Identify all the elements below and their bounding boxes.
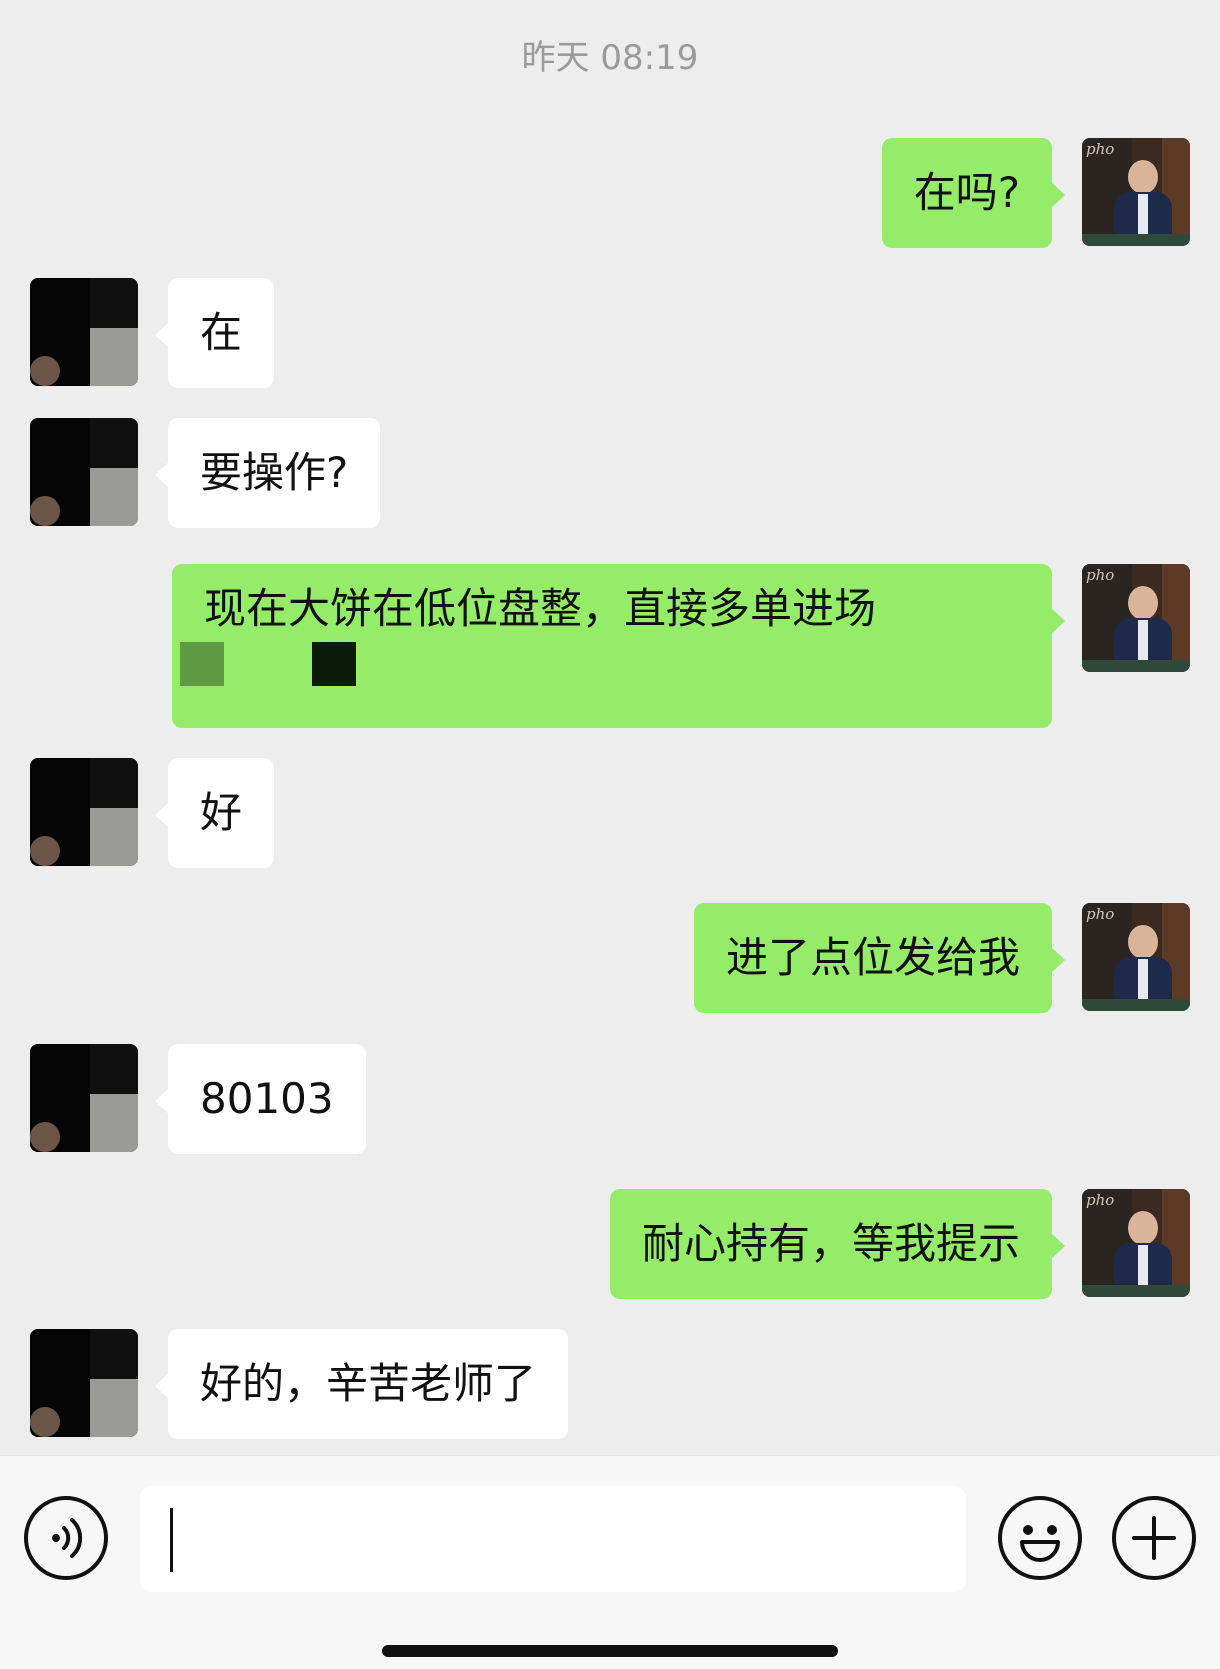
plus-icon [1132,1516,1176,1560]
emoji-button[interactable] [998,1496,1082,1580]
voice-icon [52,1518,83,1558]
chat-area[interactable]: 昨天 08:19 在吗? pho 在 要操作? 现在大饼在低位盘整，直接多单进场 [0,0,1220,1455]
incoming-message-bubble[interactable]: 要操作? [154,418,381,528]
incoming-message-bubble[interactable]: 好的，辛苦老师了 [154,1329,569,1439]
incoming-message-bubble[interactable]: 80103 [155,1044,366,1154]
message-input[interactable] [140,1486,966,1592]
avatar-watermark: pho [1086,140,1115,158]
more-button[interactable] [1112,1496,1196,1580]
outgoing-message-bubble[interactable]: 耐心持有，等我提示 [609,1189,1066,1299]
incoming-message-bubble[interactable]: 好 [154,758,275,868]
avatar-watermark: pho [1086,1191,1115,1209]
message-timestamp: 昨天 08:19 [521,38,699,78]
message-text: 要操作? [200,448,349,497]
self-avatar[interactable]: pho [1082,564,1190,672]
redaction-block [312,642,356,686]
text-cursor [170,1508,173,1572]
message-text: 现在大饼在低位盘整，直接多单进场 [204,584,877,633]
message-text: 在吗? [913,168,1020,217]
contact-avatar[interactable] [30,278,138,386]
message-text: 在 [200,308,243,357]
outgoing-message-bubble[interactable]: 现在大饼在低位盘整，直接多单进场 [172,564,1065,728]
contact-avatar[interactable] [30,418,138,526]
contact-avatar[interactable] [30,1329,138,1437]
voice-button[interactable] [24,1496,108,1580]
incoming-message-bubble[interactable]: 在 [154,278,275,388]
emoji-icon [1020,1525,1060,1562]
self-avatar[interactable]: pho [1082,1189,1190,1297]
redaction-block [180,642,224,686]
message-text: 耐心持有，等我提示 [641,1219,1020,1268]
contact-avatar[interactable] [30,758,138,866]
message-text: 80103 [200,1074,334,1123]
message-text: 进了点位发给我 [725,933,1020,982]
input-toolbar [0,1455,1220,1669]
avatar-watermark: pho [1086,566,1115,584]
outgoing-message-bubble[interactable]: 进了点位发给我 [693,903,1066,1013]
contact-avatar[interactable] [30,1044,138,1152]
self-avatar[interactable]: pho [1082,138,1190,246]
message-text: 好 [200,788,243,837]
message-text: 好的，辛苦老师了 [200,1359,537,1408]
avatar-watermark: pho [1086,905,1115,923]
home-indicator[interactable] [382,1645,838,1657]
outgoing-message-bubble[interactable]: 在吗? [881,138,1066,248]
self-avatar[interactable]: pho [1082,903,1190,1011]
